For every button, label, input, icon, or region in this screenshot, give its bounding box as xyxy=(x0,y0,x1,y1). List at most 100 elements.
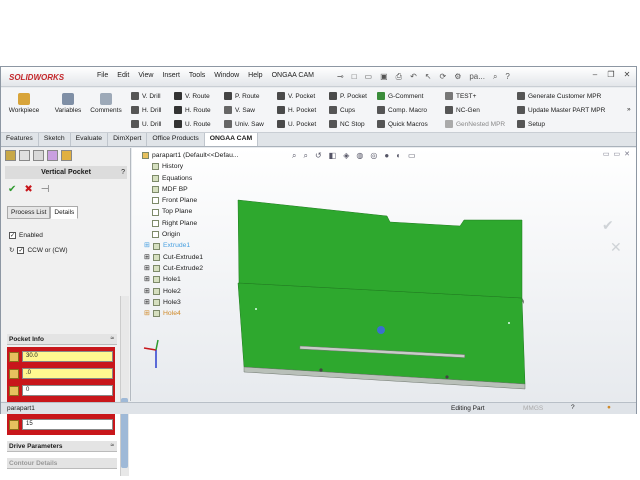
quick-macros-label: Quick Macros xyxy=(388,120,428,128)
panel-subtabs: Process List Details xyxy=(7,206,79,219)
pocket-info-section[interactable]: Pocket Info ≈ xyxy=(7,334,117,345)
status-units[interactable]: MMGS xyxy=(523,405,543,412)
pin-icon[interactable]: ⊸ xyxy=(337,72,344,82)
enabled-checkbox-row[interactable]: ✓ Enabled xyxy=(9,232,43,239)
comments-button[interactable]: Comments xyxy=(89,93,123,114)
tab-process-list[interactable]: Process List xyxy=(7,206,51,219)
v-drill-button[interactable]: V. Drill xyxy=(131,92,161,100)
rebuild-icon[interactable]: ⟳ xyxy=(439,72,446,82)
univ-saw-button[interactable]: Univ. Saw xyxy=(224,120,264,128)
solidworks-logo: SOLIDWORKS xyxy=(9,71,64,83)
menu-view[interactable]: View xyxy=(138,72,153,79)
u-drill-label: U. Drill xyxy=(142,120,162,128)
stock-icon xyxy=(9,385,19,396)
tab-dimxpert[interactable]: DimXpert xyxy=(108,133,148,146)
pocket-marker xyxy=(377,326,385,334)
stock-input[interactable]: 0 xyxy=(22,385,113,396)
generate-customer-mpr-button[interactable]: Generate Customer MPR xyxy=(517,92,601,100)
graphics-area[interactable]: ⌕ ⌕ ↺ ◧ ◈ ◍ ◎ ● ◐ ▭ parapart1 (Default<<… xyxy=(132,148,636,401)
model-canvas[interactable]: ✔ ✕ xyxy=(132,148,636,401)
display-manager-tab-icon[interactable] xyxy=(61,150,72,161)
pushpin-icon[interactable]: ⊣ xyxy=(41,184,50,195)
options-icon[interactable]: ⚙ xyxy=(454,72,461,82)
notification-icon[interactable]: ● xyxy=(607,404,611,411)
print-icon[interactable]: ⎙ xyxy=(396,72,402,82)
feature-tree-tab-icon[interactable] xyxy=(5,150,16,161)
ok-icon[interactable]: ✔ xyxy=(8,184,16,195)
drive-parameters-section[interactable]: Drive Parameters ≈ xyxy=(7,441,117,452)
tab-details[interactable]: Details xyxy=(50,206,79,219)
drill-icon xyxy=(131,106,139,114)
property-manager-tab-icon[interactable] xyxy=(19,150,30,161)
setup-button[interactable]: Setup xyxy=(517,120,545,128)
u-drill-button[interactable]: U. Drill xyxy=(131,120,162,128)
nc-stop-button[interactable]: NC Stop xyxy=(329,120,365,128)
dimxpert-tab-icon[interactable] xyxy=(47,150,58,161)
tab-sketch[interactable]: Sketch xyxy=(39,133,71,146)
tab-ongaa-cam[interactable]: ONGAA CAM xyxy=(204,133,259,146)
variables-button[interactable]: Variables xyxy=(51,93,85,114)
v-route-button[interactable]: V. Route xyxy=(174,92,210,100)
gennested-mpr-button[interactable]: GenNested MPR xyxy=(445,120,505,128)
undo-icon[interactable]: ↶ xyxy=(410,72,417,82)
g-comment-button[interactable]: G-Comment xyxy=(377,92,423,100)
open-icon[interactable]: ▭ xyxy=(365,72,373,82)
title-bar: SOLIDWORKS File Edit View Insert Tools W… xyxy=(1,67,636,87)
ccw-checkbox-row[interactable]: ↻ ✓ CCW or (CW) xyxy=(9,246,68,254)
u-route-button[interactable]: U. Route xyxy=(174,120,211,128)
cups-button[interactable]: Cups xyxy=(329,106,355,114)
tab-features[interactable]: Features xyxy=(1,133,39,146)
confirm-corner-ok-icon[interactable]: ✔ xyxy=(602,218,614,234)
configuration-tab-icon[interactable] xyxy=(33,150,44,161)
v-pocket-button[interactable]: V. Pocket xyxy=(277,92,315,100)
confirm-corner-cancel-icon[interactable]: ✕ xyxy=(610,240,622,256)
tab-office-products[interactable]: Office Products xyxy=(147,133,205,146)
expand-icon[interactable]: ≈ xyxy=(110,442,114,449)
enabled-checkbox[interactable]: ✓ xyxy=(9,232,16,239)
p-route-button[interactable]: P. Route xyxy=(224,92,259,100)
menu-ongaa-cam[interactable]: ONGAA CAM xyxy=(272,72,314,79)
offset-input[interactable]: .0 xyxy=(22,368,113,379)
depth-input[interactable]: 30.0 xyxy=(22,351,113,362)
cancel-icon[interactable]: ✖ xyxy=(24,184,32,195)
step-input[interactable]: 15 xyxy=(22,419,113,430)
ccw-checkbox[interactable]: ✓ xyxy=(17,246,25,254)
nc-gen-button[interactable]: NC-Gen xyxy=(445,106,480,114)
tab-evaluate[interactable]: Evaluate xyxy=(71,133,109,146)
search-icon[interactable]: ⌕ xyxy=(493,72,497,82)
select-icon[interactable]: ↖ xyxy=(425,72,432,82)
restore-viewport-icon[interactable]: ▭ xyxy=(603,150,610,158)
menu-insert[interactable]: Insert xyxy=(162,72,180,79)
ribbon-overflow-icon[interactable]: » xyxy=(627,106,631,113)
menu-help[interactable]: Help xyxy=(248,72,262,79)
comp-macro-button[interactable]: Comp. Macro xyxy=(377,106,427,114)
help-icon[interactable]: ? xyxy=(505,72,509,82)
menu-window[interactable]: Window xyxy=(214,72,239,79)
v-saw-button[interactable]: V. Saw xyxy=(224,106,255,114)
quick-macros-button[interactable]: Quick Macros xyxy=(377,120,428,128)
update-master-part-mpr-button[interactable]: Update Master PART MPR xyxy=(517,106,605,114)
panel-help-icon[interactable]: ? xyxy=(121,166,125,179)
close-icon[interactable]: ✕ xyxy=(622,70,632,79)
tile-viewport-icon[interactable]: ▭ xyxy=(614,150,621,158)
h-drill-button[interactable]: H. Drill xyxy=(131,106,162,114)
new-document-icon[interactable]: □ xyxy=(352,72,357,82)
workpiece-button[interactable]: Workpiece xyxy=(7,93,41,114)
test-plus-button[interactable]: TEST+ xyxy=(445,92,476,100)
u-pocket-button[interactable]: U. Pocket xyxy=(277,120,316,128)
saw-icon xyxy=(224,120,232,128)
close-viewport-icon[interactable]: ✕ xyxy=(624,150,630,158)
help-status-icon[interactable]: ? xyxy=(571,404,575,411)
menu-file[interactable]: File xyxy=(97,72,108,79)
h-route-button[interactable]: H. Route xyxy=(174,106,211,114)
p-pocket-label: P. Pocket xyxy=(340,92,367,100)
collapse-icon[interactable]: ≈ xyxy=(110,335,114,342)
save-icon[interactable]: ▣ xyxy=(380,72,388,82)
minimize-icon[interactable]: – xyxy=(590,70,600,79)
restore-icon[interactable]: ❐ xyxy=(606,70,616,79)
menu-tools[interactable]: Tools xyxy=(189,72,205,79)
h-pocket-button[interactable]: H. Pocket xyxy=(277,106,316,114)
p-pocket-button[interactable]: P. Pocket xyxy=(329,92,367,100)
menu-edit[interactable]: Edit xyxy=(117,72,129,79)
contour-details-section[interactable]: Contour Details xyxy=(7,458,117,469)
